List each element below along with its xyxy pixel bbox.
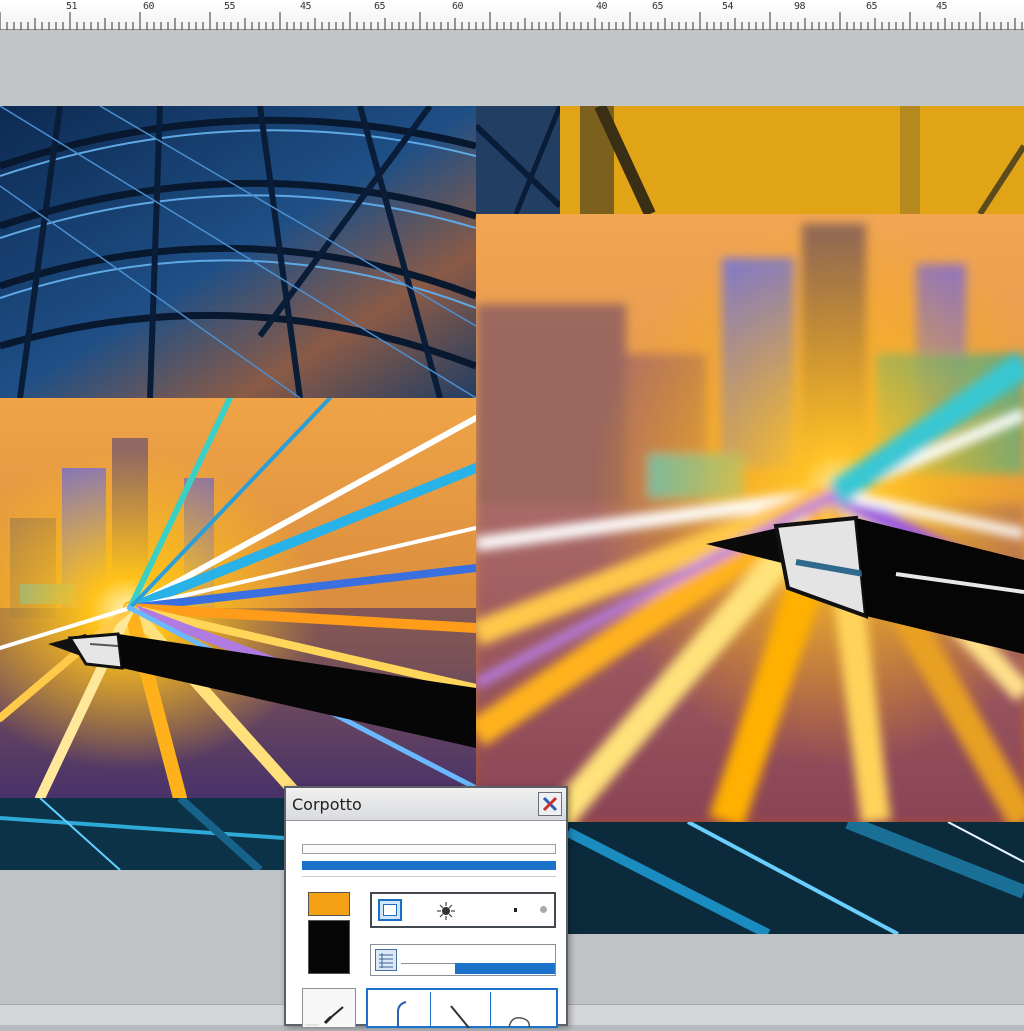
brush-loop-icon[interactable] [490,992,548,1028]
slider-track [401,963,457,964]
brush-hook-icon[interactable] [370,992,428,1028]
primary-color-swatch[interactable] [308,892,350,916]
brush-icon [434,900,458,926]
top-ruler[interactable]: 51 60 55 45 65 60 40 65 54 98 65 45 [0,0,1024,31]
dialog-titlebar[interactable]: Corpotto [286,788,566,821]
ruler-label: 55 [224,1,236,12]
ruler-label: 98 [794,1,806,12]
ruler-label: 65 [652,1,664,12]
brush-stroke-icon[interactable] [430,992,488,1028]
dialog-title: Corpotto [292,795,362,814]
marker-dot [540,906,547,913]
canvas-image-steel-structure[interactable] [0,106,476,398]
canvas-image-city-streaks-small[interactable] [0,398,476,798]
opacity-slider-field[interactable] [370,944,556,976]
close-icon[interactable] [538,792,562,816]
grid-icon[interactable] [375,949,397,971]
workspace-background [0,30,1024,106]
secondary-color-swatch[interactable] [308,920,350,974]
canvas-image-yellow-band[interactable] [560,106,1024,214]
slider-fill[interactable] [455,963,555,974]
brush-preset-field[interactable] [370,892,556,928]
canvas-image-city-streaks-large[interactable] [476,214,1024,822]
ruler-label: 40 [596,1,608,12]
tool-dialog[interactable]: Corpotto [284,786,568,1028]
progress-bar-full [302,861,556,870]
ruler-label: 65 [866,1,878,12]
progress-bar-empty [302,844,556,854]
frame-icon[interactable] [378,899,402,921]
brush-shape-tabs[interactable] [366,988,558,1028]
ruler-label: 60 [143,1,155,12]
dialog-divider [302,876,556,877]
ruler-label: 65 [374,1,386,12]
brush-preview[interactable] [302,988,356,1028]
ruler-label: 60 [452,1,464,12]
canvas-image-steel-extension [476,106,560,214]
ruler-label: 45 [300,1,312,12]
ruler-label: 51 [66,1,78,12]
marker-dot [514,908,517,912]
ruler-label: 54 [722,1,734,12]
ruler-label: 45 [936,1,948,12]
canvas-image-dark-strip [0,798,284,870]
canvas-image-dark-strip-right-top [568,822,1024,934]
